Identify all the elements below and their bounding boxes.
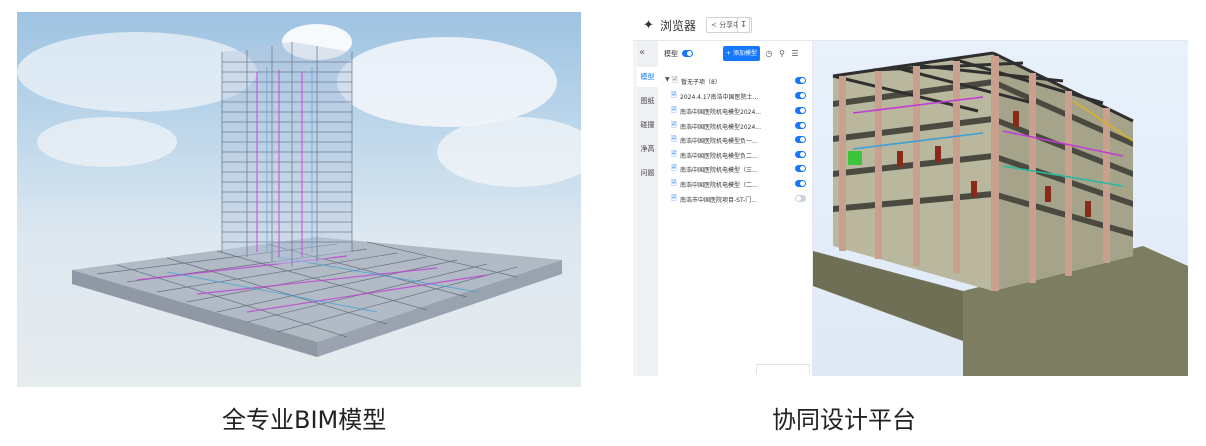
collapse-icon[interactable]: «	[639, 47, 645, 58]
tree-file-row[interactable]: 🗎 南浩中国医院机电模型2024...	[658, 104, 813, 118]
file-name: 南浩中国医院机电模型（三...	[680, 167, 758, 174]
file-name: 2024.4.17南浩中国医院土...	[680, 94, 759, 101]
file-name: 南浩中国医院机电模型2024...	[680, 124, 761, 131]
tree-file-row[interactable]: 🗎 南浩中国医院机电模型负二...	[658, 148, 813, 162]
panel-footer	[756, 364, 810, 374]
model-tree-panel: 模型 + 添加模型 ◷ ⚲ ☰ ▼ 🗎 暂无子项（8） 🗎 2024.4.17南…	[658, 41, 813, 376]
page: 全专业BIM模型 ✦ 浏览器 ≺ 分享中... ↧ « 模型 图纸 碰撞 净高 …	[0, 0, 1206, 446]
add-model-button[interactable]: + 添加模型	[723, 46, 760, 61]
file-visibility-toggle[interactable]	[795, 107, 806, 114]
file-visibility-toggle[interactable]	[795, 195, 806, 202]
tree-file-row[interactable]: 🗎 南浩中国医院机电模型2024...	[658, 119, 813, 133]
app-title: 浏览器	[660, 19, 697, 33]
search-icon[interactable]: ⚲	[776, 46, 788, 61]
file-icon: 🗎	[671, 164, 677, 172]
bim-model-illustration	[17, 24, 581, 357]
app-logo-icon: ✦	[643, 18, 654, 33]
tree-file-row[interactable]: 🗎 南浩中国医院机电模型负一...	[658, 133, 813, 147]
tab-issues[interactable]: 问题	[637, 163, 658, 183]
caption-bim-model: 全专业BIM模型	[222, 406, 387, 434]
file-name: 南浩中国医院机电模型（二...	[680, 182, 758, 189]
tree-file-row[interactable]: 🗎 南浩中国医院机电模型（二...	[658, 177, 813, 191]
file-name: 南浩中国医院机电模型负二...	[680, 153, 758, 160]
file-icon: 🗎	[671, 194, 677, 202]
file-icon: 🗎	[671, 121, 677, 129]
clock-icon[interactable]: ◷	[763, 46, 775, 61]
caption-platform: 协同设计平台	[772, 406, 916, 434]
file-visibility-toggle[interactable]	[795, 136, 806, 143]
file-name: 南浩市中国医院项目-ST-门...	[680, 197, 757, 204]
bim-model-image	[17, 12, 581, 387]
building-3d-model	[813, 51, 1188, 376]
file-icon: 🗎	[671, 150, 677, 158]
tab-drawing[interactable]: 图纸	[637, 91, 658, 111]
file-visibility-toggle[interactable]	[795, 180, 806, 187]
tree-file-row[interactable]: 🗎 南浩中国医院机电模型（三...	[658, 162, 813, 176]
file-visibility-toggle[interactable]	[795, 165, 806, 172]
tab-model[interactable]: 模型	[637, 67, 658, 87]
caret-down-icon[interactable]: ▼	[665, 76, 670, 83]
folder-icon: 🗎	[672, 76, 678, 84]
3d-viewport[interactable]	[813, 41, 1188, 376]
file-icon: 🗎	[671, 106, 677, 114]
file-visibility-toggle[interactable]	[795, 92, 806, 99]
platform-screenshot: ✦ 浏览器 ≺ 分享中... ↧ « 模型 图纸 碰撞 净高 问题 模型 + 添…	[633, 9, 1188, 376]
file-icon: 🗎	[671, 179, 677, 187]
menu-icon[interactable]: ☰	[789, 46, 801, 61]
file-icon: 🗎	[671, 91, 677, 99]
tree-group-label: 暂无子项（8）	[681, 79, 721, 86]
tree-file-row[interactable]: 🗎 2024.4.17南浩中国医院土...	[658, 89, 813, 103]
model-visibility-toggle[interactable]	[682, 50, 693, 57]
model-label: 模型	[664, 50, 678, 58]
tree-group-row[interactable]: ▼ 🗎 暂无子项（8）	[658, 74, 813, 88]
file-name: 南浩中国医院机电模型负一...	[680, 138, 758, 145]
group-visibility-toggle[interactable]	[795, 77, 806, 84]
app-header: ✦ 浏览器 ≺ 分享中... ↧	[633, 9, 1188, 41]
file-visibility-toggle[interactable]	[795, 122, 806, 129]
tab-clearance[interactable]: 净高	[637, 139, 658, 159]
file-visibility-toggle[interactable]	[795, 151, 806, 158]
download-icon: ↧	[740, 20, 747, 29]
add-model-label: 添加模型	[732, 50, 757, 57]
download-button[interactable]: ↧	[737, 17, 750, 33]
tab-clash[interactable]: 碰撞	[637, 115, 658, 135]
file-icon: 🗎	[671, 135, 677, 143]
tree-file-row[interactable]: 🗎 南浩市中国医院项目-ST-门...	[658, 192, 813, 206]
file-name: 南浩中国医院机电模型2024...	[680, 109, 761, 116]
share-icon: ≺	[711, 21, 717, 29]
